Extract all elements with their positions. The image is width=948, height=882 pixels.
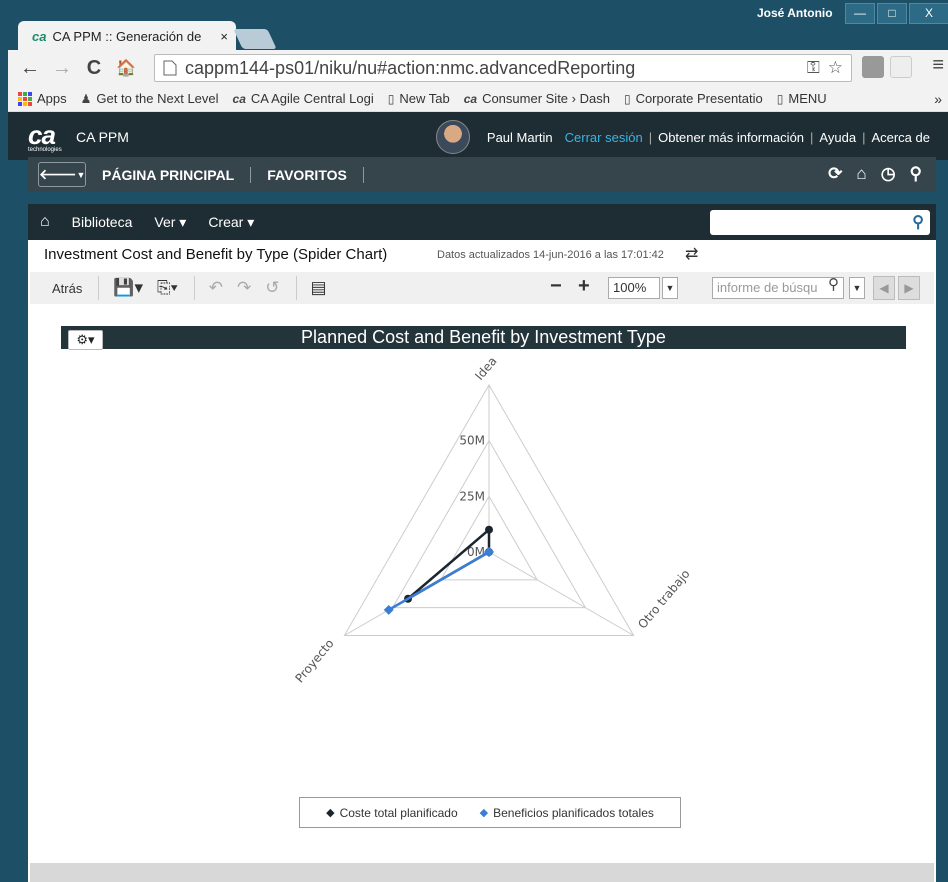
category-label: Proyecto [292, 636, 336, 685]
legend-marker: ◆ [479, 807, 489, 819]
series-point [383, 604, 394, 615]
category-label: Otro trabajo [635, 567, 692, 632]
series-line [407, 527, 491, 600]
scroll-footer [30, 863, 934, 882]
series-line [388, 550, 490, 611]
series-point [485, 525, 493, 534]
chart-legend: ◆ Coste total planificado ◆ Beneficios pla… [299, 797, 681, 828]
legend-item-benefit[interactable]: ◆ Beneficios planificados totales [480, 806, 654, 820]
legend-item-cost[interactable]: ◆ Coste total planificado [326, 806, 458, 820]
series-point [484, 547, 494, 557]
legend-marker: ◆ [326, 807, 335, 819]
radial-tick-label: 25M [459, 489, 485, 503]
radial-tick-label: 50M [459, 434, 485, 448]
category-label: Idea [472, 354, 499, 383]
grid-spoke [488, 551, 634, 636]
radar-chart: 0M25M50MIdeaOtro trabajoProyecto [292, 354, 692, 685]
